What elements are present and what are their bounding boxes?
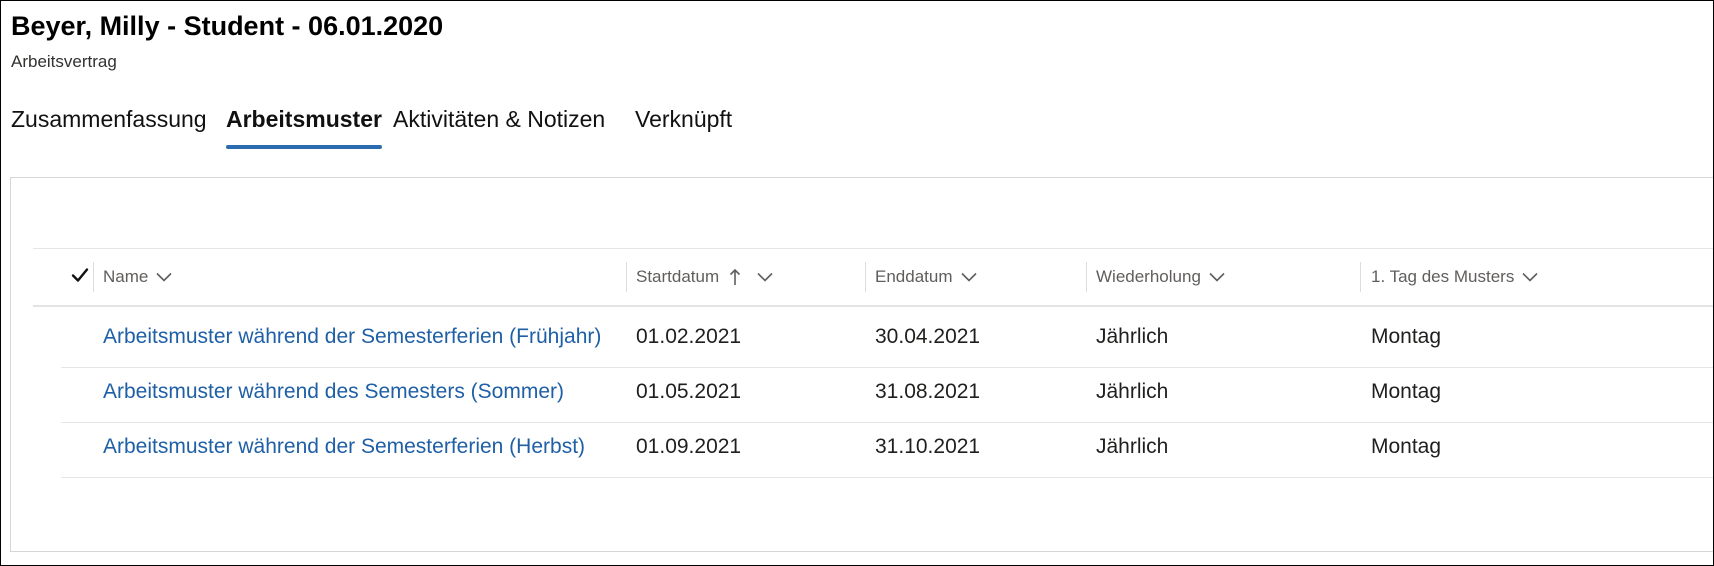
chevron-down-icon[interactable] — [960, 272, 977, 282]
column-header-wiederholung[interactable]: Wiederholung — [1096, 260, 1225, 294]
tab-label: Verknüpft — [635, 106, 733, 132]
column-separator — [93, 262, 94, 292]
column-header-label: Enddatum — [875, 267, 953, 286]
tab-label: Aktivitäten & Notizen — [393, 106, 606, 132]
table-row[interactable]: Arbeitsmuster während der Semesterferien… — [61, 417, 1713, 478]
active-tab-indicator — [226, 145, 382, 149]
row-erster-tag: Montag — [1371, 380, 1442, 403]
chevron-down-icon[interactable] — [757, 272, 773, 282]
column-header-startdatum[interactable]: Startdatum — [636, 260, 773, 294]
row-enddatum: 31.10.2021 — [875, 435, 981, 458]
column-header-name[interactable]: Name — [103, 260, 172, 294]
page-title: Beyer, Milly - Student - 06.01.2020 — [11, 11, 444, 41]
row-startdatum: 01.05.2021 — [636, 380, 742, 403]
checkmark-icon — [71, 267, 89, 288]
column-header-label: Name — [103, 267, 149, 286]
column-separator — [626, 262, 627, 292]
tab-arbeitsmuster[interactable]: Arbeitsmuster — [226, 103, 382, 149]
tab-label: Zusammenfassung — [11, 106, 207, 132]
column-header-label: 1. Tag des Musters — [1371, 267, 1515, 286]
row-name-link[interactable]: Arbeitsmuster während des Semesters (Som… — [103, 362, 564, 422]
tab-verknuepft[interactable]: Verknüpft — [635, 103, 732, 149]
entity-name: Arbeitsvertrag — [11, 52, 117, 71]
tab-aktivitaeten-notizen[interactable]: Aktivitäten & Notizen — [393, 103, 605, 149]
column-header-label: Wiederholung — [1096, 267, 1201, 286]
column-header-enddatum[interactable]: Enddatum — [875, 260, 977, 294]
row-wiederholung: Jährlich — [1096, 435, 1169, 458]
column-separator — [1360, 262, 1361, 292]
table-row[interactable]: Arbeitsmuster während der Semesterferien… — [61, 307, 1713, 368]
row-enddatum: 30.04.2021 — [875, 325, 981, 348]
chevron-down-icon[interactable] — [1522, 272, 1538, 282]
table-row[interactable]: Arbeitsmuster während des Semesters (Som… — [61, 362, 1713, 423]
arbeitsmuster-subgrid: Name Startdatum Enddatum Wiederholung 1.… — [10, 177, 1713, 552]
tab-list: Zusammenfassung Arbeitsmuster Aktivitäte… — [1, 103, 1713, 151]
row-wiederholung: Jährlich — [1096, 325, 1169, 348]
row-startdatum: 01.09.2021 — [636, 435, 742, 458]
tab-zusammenfassung[interactable]: Zusammenfassung — [11, 103, 207, 149]
row-enddatum: 31.08.2021 — [875, 380, 981, 403]
row-erster-tag: Montag — [1371, 325, 1442, 348]
column-separator — [865, 262, 866, 292]
select-all-checkbox[interactable] — [69, 266, 91, 288]
row-name-link[interactable]: Arbeitsmuster während der Semesterferien… — [103, 417, 585, 477]
column-header-label: Startdatum — [636, 267, 720, 286]
grid-header-row: Name Startdatum Enddatum Wiederholung 1.… — [33, 248, 1713, 307]
column-header-erster-tag[interactable]: 1. Tag des Musters — [1371, 260, 1538, 294]
row-wiederholung: Jährlich — [1096, 380, 1169, 403]
row-erster-tag: Montag — [1371, 435, 1442, 458]
tab-label: Arbeitsmuster — [226, 106, 382, 132]
chevron-down-icon[interactable] — [156, 272, 172, 282]
row-startdatum: 01.02.2021 — [636, 325, 742, 348]
column-separator — [1086, 262, 1087, 292]
record-form: Beyer, Milly - Student - 06.01.2020 Arbe… — [0, 0, 1714, 566]
row-name-link[interactable]: Arbeitsmuster während der Semesterferien… — [103, 307, 601, 367]
arrow-up-icon — [729, 268, 741, 286]
chevron-down-icon[interactable] — [1209, 272, 1225, 282]
